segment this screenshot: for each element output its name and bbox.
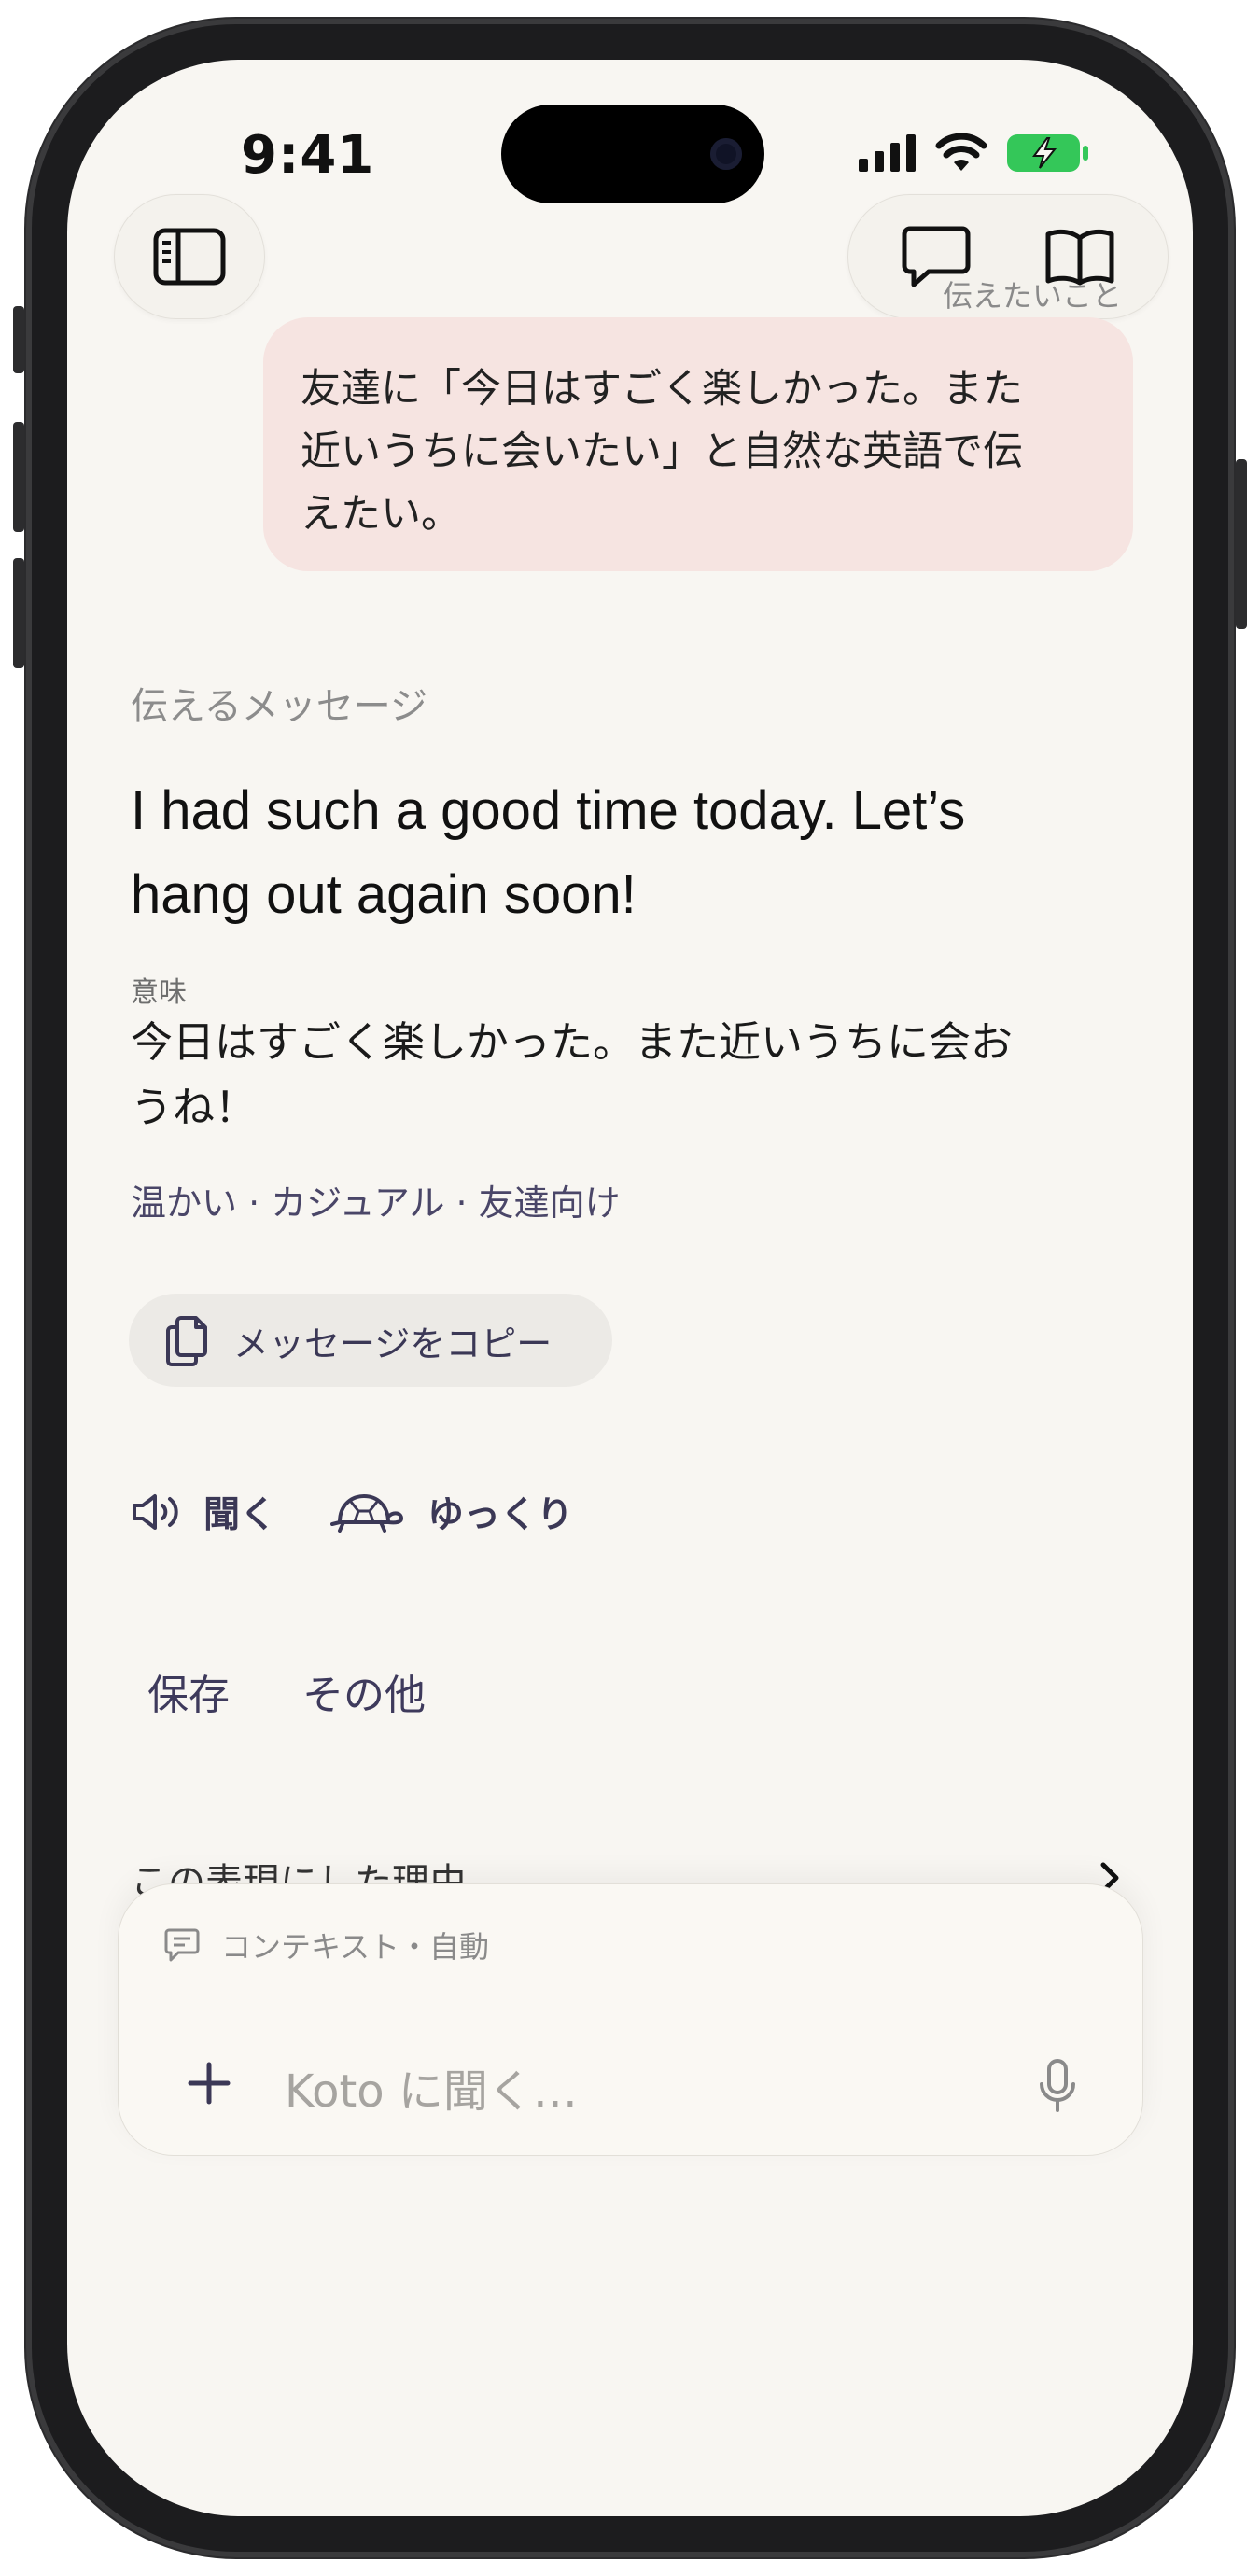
app-screen: 9:41 伝えたいこと 友達に「今日はすごく楽しかった。また 近いうちに会いたい… bbox=[67, 60, 1193, 2516]
sidebar-toggle-button[interactable] bbox=[114, 194, 265, 319]
volume-up-button bbox=[13, 422, 24, 532]
audio-controls: 聞く ゆっくり bbox=[131, 1486, 573, 1538]
user-message-line: 友達に「今日はすごく楽しかった。また bbox=[301, 366, 1023, 413]
user-message-label: 伝えたいこと bbox=[943, 278, 1123, 314]
action-button bbox=[13, 306, 24, 373]
meaning-line: うね！ bbox=[131, 1083, 258, 1132]
meaning-label: 意味 bbox=[131, 976, 187, 1009]
listen-button[interactable]: 聞く bbox=[131, 1486, 276, 1538]
more-button[interactable]: その他 bbox=[302, 1661, 426, 1721]
copy-message-button[interactable]: メッセージをコピー bbox=[129, 1294, 612, 1387]
tone-tags: 温かい · カジュアル · 友達向け bbox=[131, 1183, 621, 1224]
context-indicator[interactable]: コンテキスト・自動 bbox=[163, 1924, 489, 1967]
english-message-line: I had such a good time today. Let’s bbox=[131, 780, 966, 841]
english-message: I had such a good time today. Let’s hang… bbox=[131, 769, 1111, 937]
status-icons bbox=[859, 133, 1090, 174]
copy-icon bbox=[166, 1316, 207, 1366]
wifi-icon bbox=[935, 133, 987, 171]
meaning-text: 今日はすごく楽しかった。また近いうちに会お うね！ bbox=[131, 1010, 1111, 1141]
volume-down-button bbox=[13, 558, 24, 668]
listen-label: 聞く bbox=[203, 1494, 277, 1536]
message-actions: 保存 その他 bbox=[147, 1661, 426, 1721]
context-label: コンテキスト・自動 bbox=[221, 1929, 490, 1965]
user-message-bubble: 友達に「今日はすごく楽しかった。また 近いうちに会いたい」と自然な英語で伝 えた… bbox=[263, 317, 1133, 571]
dynamic-island bbox=[501, 105, 764, 203]
status-time: 9:41 bbox=[241, 125, 375, 186]
microphone-icon[interactable] bbox=[1038, 2058, 1077, 2114]
context-bubble-icon bbox=[164, 1928, 200, 1962]
slow-playback-button[interactable]: ゆっくり bbox=[330, 1486, 573, 1538]
speaker-icon bbox=[133, 1494, 178, 1530]
english-message-line: hang out again soon! bbox=[131, 864, 637, 925]
copy-message-label: メッセージをコピー bbox=[233, 1323, 553, 1365]
sidebar-icon bbox=[153, 228, 226, 286]
power-button bbox=[1236, 459, 1247, 629]
ask-input[interactable]: Koto に聞く… bbox=[285, 2054, 578, 2120]
battery-charging-icon bbox=[1007, 134, 1088, 172]
user-message-line: えたい。 bbox=[301, 491, 461, 538]
plus-icon[interactable] bbox=[188, 2062, 231, 2105]
user-message-line: 近いうちに会いたい」と自然な英語で伝 bbox=[301, 428, 1023, 475]
meaning-line: 今日はすごく楽しかった。また近いうちに会お bbox=[131, 1017, 1014, 1067]
slow-label: ゆっくり bbox=[427, 1494, 574, 1536]
composer: コンテキスト・自動 Koto に聞く… bbox=[118, 1883, 1143, 2156]
cellular-signal-icon bbox=[859, 134, 916, 172]
result-section-label: 伝えるメッセージ bbox=[131, 685, 427, 728]
save-button[interactable]: 保存 bbox=[147, 1661, 230, 1721]
front-camera-icon bbox=[710, 138, 742, 170]
turtle-icon bbox=[330, 1494, 404, 1533]
